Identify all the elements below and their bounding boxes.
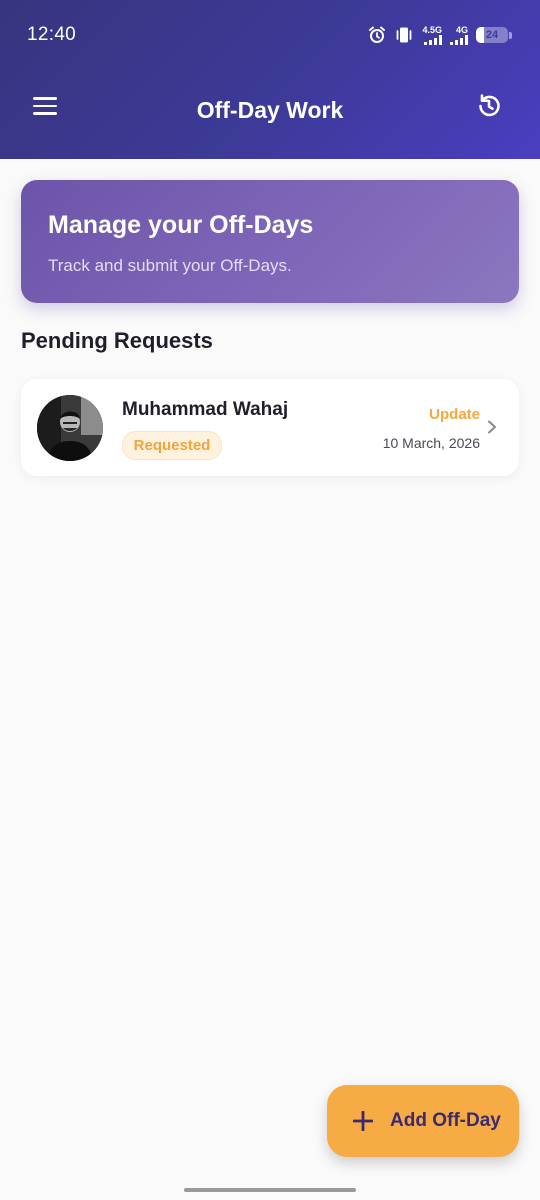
update-link[interactable]: Update — [429, 406, 480, 423]
add-off-day-label: Add Off-Day — [390, 1110, 501, 1131]
request-date: 10 March, 2026 — [382, 435, 480, 451]
summary-banner: Manage your Off-Days Track and submit yo… — [21, 180, 519, 303]
signal-2: 4G — [450, 24, 468, 45]
signal-1: 4.5G — [422, 24, 442, 45]
add-off-day-button[interactable]: Add Off-Day — [327, 1085, 519, 1157]
battery-icon: 24 — [476, 27, 508, 43]
chevron-right-icon — [488, 420, 496, 434]
status-badge: Requested — [122, 431, 222, 460]
network-type-1: 4.5G — [422, 24, 442, 35]
plus-icon — [353, 1111, 373, 1131]
vibrate-icon — [397, 27, 412, 43]
status-icons: 4.5G 4G 24 — [368, 24, 512, 46]
battery-tip — [509, 31, 512, 39]
signal-icon — [450, 34, 468, 45]
status-time: 12:40 — [27, 24, 77, 45]
avatar — [37, 395, 103, 461]
history-icon[interactable] — [474, 91, 504, 121]
requester-name: Muhammad Wahaj — [122, 399, 289, 420]
page-title: Off-Day Work — [196, 97, 344, 123]
section-title: Pending Requests — [21, 328, 213, 353]
banner-title: Manage your Off-Days — [48, 211, 314, 239]
banner-subtitle: Track and submit your Off-Days. — [48, 256, 292, 275]
alarm-icon — [369, 26, 386, 43]
network-type-2: 4G — [455, 24, 468, 35]
app-header: 12:40 4.5G 4G 24 Off-Day Work — [0, 0, 540, 159]
home-indicator[interactable] — [184, 1188, 356, 1192]
battery-level: 24 — [485, 29, 499, 41]
signal-icon — [424, 34, 442, 45]
request-card[interactable]: Muhammad Wahaj Requested Update 10 March… — [21, 379, 519, 476]
status-bar: 12:40 4.5G 4G 24 — [0, 0, 540, 70]
